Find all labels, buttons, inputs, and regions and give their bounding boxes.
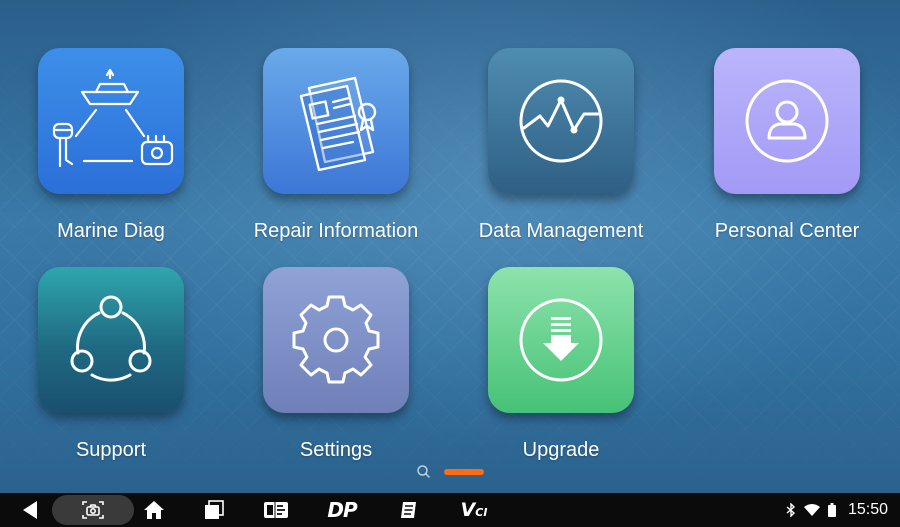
support-tile[interactable] [38, 267, 184, 413]
home-icon [144, 501, 164, 519]
app-label: Marine Diag [57, 220, 165, 242]
app-support[interactable]: Support [11, 267, 211, 477]
battery-icon [827, 503, 836, 517]
share-network-icon [70, 295, 152, 382]
settings-tile[interactable] [263, 267, 409, 413]
back-button[interactable] [14, 493, 46, 527]
bluetooth-icon [786, 503, 795, 517]
upgrade-tile[interactable] [488, 267, 634, 413]
download-arrow-icon [519, 298, 603, 382]
remote-vehicle-icon [264, 502, 288, 518]
vci-letter: V [460, 499, 476, 521]
search-icon[interactable] [416, 464, 431, 479]
back-icon [23, 501, 37, 519]
personal-center-tile[interactable] [714, 48, 860, 194]
page-indicator [0, 462, 900, 482]
app-label: Personal Center [714, 220, 860, 242]
app-label: Data Management [478, 220, 644, 242]
person-icon [745, 79, 829, 163]
app-label: Settings [299, 439, 373, 461]
dp-button[interactable]: DP [322, 493, 362, 527]
app-settings[interactable]: Settings [236, 267, 436, 477]
app-label: Repair Information [253, 220, 419, 242]
vci-button[interactable]: VCI [454, 493, 494, 527]
wifi-icon [803, 503, 820, 516]
repair-document-icon [299, 76, 377, 172]
vci-subscript: CI [475, 506, 488, 519]
vci-icon: VCI [461, 499, 488, 521]
app-repair-information[interactable]: Repair Information [236, 48, 436, 258]
manual-icon [401, 502, 416, 518]
manual-button[interactable] [394, 493, 424, 527]
remote-vehicle-button[interactable] [260, 493, 292, 527]
app-marine-diag[interactable]: Marine Diag [11, 48, 211, 258]
dp-icon: DP [327, 498, 357, 522]
active-page-dot[interactable] [444, 469, 484, 475]
data-management-tile[interactable] [488, 48, 634, 194]
app-data-management[interactable]: Data Management [461, 48, 661, 258]
app-label: Support [75, 439, 147, 461]
recent-apps-icon [205, 500, 224, 519]
screenshot-icon [82, 501, 104, 519]
app-label: Upgrade [522, 439, 600, 461]
screenshot-button[interactable] [52, 495, 134, 525]
marine-diag-tile[interactable] [38, 48, 184, 194]
clock: 15:50 [847, 501, 888, 518]
app-upgrade[interactable]: Upgrade [461, 267, 661, 477]
navigation-bar: DP VCI 15:50 [0, 493, 900, 527]
home-button[interactable] [138, 493, 170, 527]
home-screen: Marine Diag Repair Information Data Mana… [0, 0, 900, 493]
status-area: 15:50 [786, 493, 888, 527]
recent-apps-button[interactable] [198, 493, 230, 527]
app-personal-center[interactable]: Personal Center [687, 48, 887, 258]
repair-information-tile[interactable] [263, 48, 409, 194]
data-graph-icon [519, 79, 603, 163]
marine-diag-icon [52, 68, 174, 168]
gear-icon [292, 295, 380, 384]
